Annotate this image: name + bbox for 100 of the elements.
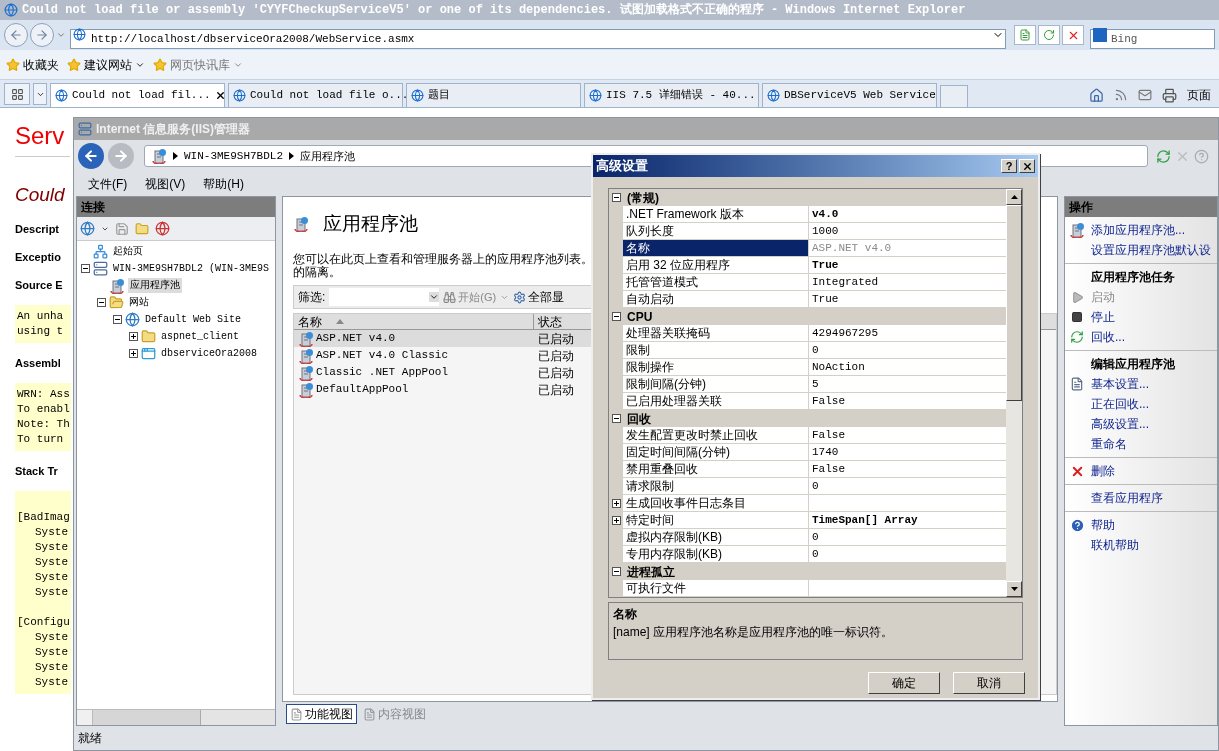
section-label: Stack Tr (15, 464, 58, 478)
error-title: Could (15, 183, 65, 207)
property-value[interactable]: ASP.NET v4.0 (809, 240, 1006, 257)
property-value[interactable]: 0 (809, 529, 1006, 546)
page-menu-button[interactable]: 页面 (1187, 86, 1211, 104)
description-title: 名称 (613, 606, 637, 623)
action-link[interactable]: 高级设置... (1091, 415, 1149, 433)
code-line: [Configu (17, 615, 70, 630)
action-link[interactable]: 添加应用程序池... (1091, 221, 1185, 239)
property-name[interactable]: 请求限制 (623, 478, 809, 495)
property-name[interactable]: 队列长度 (623, 223, 809, 240)
view-tab[interactable]: 功能视图 (286, 704, 357, 724)
property-name[interactable]: 启用 32 位应用程序 (623, 257, 809, 274)
action-link[interactable]: 基本设置... (1091, 375, 1149, 393)
favorites-button[interactable]: 收藏夹 (6, 55, 59, 74)
tree-item[interactable]: Default Web Site (143, 312, 243, 327)
property-value[interactable]: True (809, 291, 1006, 308)
menu-item[interactable]: 文件(F) (88, 175, 128, 193)
action-link[interactable]: 联机帮助 (1091, 536, 1139, 554)
property-name[interactable]: 特定时间 (623, 512, 809, 529)
panel-title: 连接 (81, 199, 105, 216)
menu-item[interactable]: 帮助(H) (203, 175, 244, 193)
action-link[interactable]: 查看应用程序 (1091, 489, 1163, 507)
favorites-button[interactable]: 建议网站 (67, 55, 145, 74)
window-title: Internet 信息服务(IIS)管理器 (96, 121, 250, 138)
dialog-button[interactable]: 确定 (868, 672, 940, 694)
dialog-button[interactable]: 取消 (953, 672, 1025, 694)
action-link[interactable]: 重命名 (1091, 435, 1127, 453)
property-name[interactable]: 限制间隔(分钟) (623, 376, 809, 393)
property-value[interactable]: 5 (809, 376, 1006, 393)
code-line: To turn (17, 432, 64, 447)
property-name[interactable]: 专用内存限制(KB) (623, 546, 809, 563)
property-name[interactable]: 限制 (623, 342, 809, 359)
property-value[interactable]: v4.0 (809, 206, 1006, 223)
property-value[interactable]: False (809, 461, 1006, 478)
tree-item[interactable]: 起始页 (111, 244, 145, 259)
address-field[interactable]: http://localhost/dbserviceOra2008/WebService.asmx (70, 29, 1006, 49)
tree-item[interactable]: 应用程序池 (128, 278, 182, 293)
property-value[interactable]: NoAction (809, 359, 1006, 376)
property-name[interactable]: 禁用重叠回收 (623, 461, 809, 478)
browser-tab[interactable]: Could not load fil... (50, 83, 225, 107)
category-label: 回收 (627, 410, 651, 428)
action-link[interactable]: 停止 (1091, 308, 1115, 326)
action-link[interactable]: 回收... (1091, 328, 1125, 346)
code-line: using t (17, 324, 64, 339)
property-value[interactable]: 1000 (809, 223, 1006, 240)
property-name[interactable]: .NET Framework 版本 (623, 206, 809, 223)
show-all-button[interactable]: 全部显 (513, 288, 565, 306)
list-row[interactable]: ASP.NET v4.0 已启动 (294, 330, 594, 347)
browser-tab[interactable]: IIS 7.5 详细错误 - 40... (584, 83, 759, 107)
property-name[interactable]: 已启用处理器关联 (623, 393, 809, 410)
property-name[interactable]: 限制操作 (623, 359, 809, 376)
action-link[interactable]: 删除 (1091, 462, 1115, 480)
code-line: Syste (35, 570, 68, 585)
tree-item[interactable]: 网站 (127, 295, 151, 310)
pool-status: 已启动 (537, 347, 574, 365)
tree-item[interactable]: dbserviceOra2008 (159, 346, 259, 361)
property-name[interactable]: 虚拟内存限制(KB) (623, 529, 809, 546)
property-name[interactable]: 可执行文件 (623, 580, 809, 597)
code-line: Syste (35, 660, 68, 675)
browser-tab[interactable]: 题目 (406, 83, 581, 107)
breadcrumb-item[interactable]: 应用程序池 (300, 147, 356, 165)
property-value[interactable]: 0 (809, 478, 1006, 495)
property-value[interactable]: 0 (809, 546, 1006, 563)
property-value[interactable]: False (809, 393, 1006, 410)
action-link[interactable]: 正在回收... (1091, 395, 1149, 413)
status-text: 就绪 (78, 730, 102, 747)
list-row[interactable]: Classic .NET AppPool 已启动 (294, 364, 594, 381)
column-header[interactable]: 名称 (294, 314, 534, 329)
property-value[interactable]: TimeSpan[] Array (809, 512, 1006, 529)
property-name[interactable]: 名称 (623, 240, 809, 257)
tree-item[interactable]: WIN-3ME9SH7BDL2 (WIN-3ME9S (111, 261, 272, 276)
property-value[interactable]: False (809, 427, 1006, 444)
breadcrumb-item[interactable]: WIN-3ME9SH7BDL2 (184, 147, 284, 165)
property-name[interactable]: 固定时间间隔(分钟) (623, 444, 809, 461)
search-field[interactable]: Bing (1090, 29, 1215, 49)
property-value[interactable]: Integrated (809, 274, 1006, 291)
property-name[interactable]: 托管管道模式 (623, 274, 809, 291)
property-name[interactable]: 自动启动 (623, 291, 809, 308)
tree-item[interactable]: aspnet_client (159, 329, 241, 344)
property-name[interactable]: 发生配置更改时禁止回收 (623, 427, 809, 444)
action-link[interactable]: 帮助 (1091, 516, 1115, 534)
code-line: Syste (35, 555, 68, 570)
list-row[interactable]: DefaultAppPool 已启动 (294, 381, 594, 398)
help-button[interactable]: ? (1001, 159, 1017, 173)
property-value[interactable]: 1740 (809, 444, 1006, 461)
property-name[interactable]: 生成回收事件日志条目 (623, 495, 809, 512)
property-name[interactable]: 处理器关联掩码 (623, 325, 809, 342)
browser-tab[interactable]: DBServiceV5 Web Service (762, 83, 937, 107)
description-text: 的隔离。 (293, 266, 341, 279)
list-row[interactable]: ASP.NET v4.0 Classic 已启动 (294, 347, 594, 364)
property-value[interactable]: True (809, 257, 1006, 274)
pool-name: Classic .NET AppPool (316, 365, 449, 381)
property-value[interactable]: 0 (809, 342, 1006, 359)
property-value[interactable]: 4294967295 (809, 325, 1006, 342)
code-line: An unha (17, 309, 64, 324)
action-link[interactable]: 设置应用程序池默认设 (1091, 241, 1211, 259)
menu-item[interactable]: 视图(V) (145, 175, 186, 193)
code-line: Syste (35, 585, 68, 600)
code-line: Syste (35, 540, 68, 555)
